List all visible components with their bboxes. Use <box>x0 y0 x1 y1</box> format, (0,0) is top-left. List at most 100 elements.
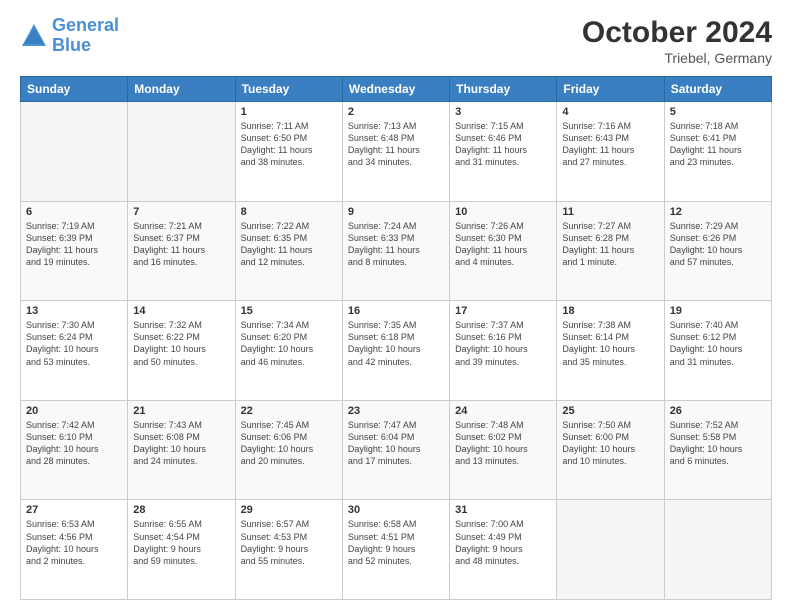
calendar-cell: 23 Sunrise: 7:47 AM Sunset: 6:04 PM Dayli… <box>342 400 449 500</box>
calendar-week-row: 20 Sunrise: 7:42 AM Sunset: 6:10 PM Dayli… <box>21 400 772 500</box>
cell-day-number: 20 <box>26 405 122 417</box>
cell-sun-info: Sunrise: 7:48 AM Sunset: 6:02 PM Dayligh… <box>455 419 551 468</box>
cell-sun-info: Sunrise: 7:18 AM Sunset: 6:41 PM Dayligh… <box>670 120 766 169</box>
calendar-cell: 13 Sunrise: 7:30 AM Sunset: 6:24 PM Dayli… <box>21 301 128 401</box>
cell-sun-info: Sunrise: 7:15 AM Sunset: 6:46 PM Dayligh… <box>455 120 551 169</box>
calendar-week-row: 1 Sunrise: 7:11 AM Sunset: 6:50 PM Daylig… <box>21 102 772 202</box>
calendar-weekday-header: Wednesday <box>342 77 449 102</box>
calendar-cell: 21Sunrise: 7:43 AM Sunset: 6:08 PM Dayli… <box>128 400 235 500</box>
cell-sun-info: Sunrise: 6:57 AM Sunset: 4:53 PM Dayligh… <box>241 518 337 567</box>
cell-day-number: 26 <box>670 405 766 417</box>
cell-sun-info: Sunrise: 7:30 AM Sunset: 6:24 PM Dayligh… <box>26 319 122 368</box>
calendar-cell: 9Sunrise: 7:24 AM Sunset: 6:33 PM Daylig… <box>342 201 449 301</box>
calendar-cell: 27 Sunrise: 6:53 AM Sunset: 4:56 PM Dayli… <box>21 500 128 600</box>
cell-day-number: 19 <box>670 305 766 317</box>
calendar-weekday-header: Thursday <box>450 77 557 102</box>
calendar-cell: 10 Sunrise: 7:26 AM Sunset: 6:30 PM Dayli… <box>450 201 557 301</box>
calendar-cell: 22Sunrise: 7:45 AM Sunset: 6:06 PM Dayli… <box>235 400 342 500</box>
calendar-cell: 26 Sunrise: 7:52 AM Sunset: 5:58 PM Dayli… <box>664 400 771 500</box>
cell-sun-info: Sunrise: 7:16 AM Sunset: 6:43 PM Dayligh… <box>562 120 658 169</box>
calendar-cell: 28 Sunrise: 6:55 AM Sunset: 4:54 PM Dayli… <box>128 500 235 600</box>
cell-day-number: 23 <box>348 405 444 417</box>
cell-day-number: 12 <box>670 206 766 218</box>
cell-day-number: 28 <box>133 504 229 516</box>
calendar-weekday-header: Sunday <box>21 77 128 102</box>
calendar-cell <box>557 500 664 600</box>
cell-sun-info: Sunrise: 6:55 AM Sunset: 4:54 PM Dayligh… <box>133 518 229 567</box>
calendar-cell: 31 Sunrise: 7:00 AM Sunset: 4:49 PM Dayli… <box>450 500 557 600</box>
cell-day-number: 4 <box>562 106 658 118</box>
cell-sun-info: Sunrise: 7:47 AM Sunset: 6:04 PM Dayligh… <box>348 419 444 468</box>
cell-day-number: 3 <box>455 106 551 118</box>
cell-day-number: 8 <box>241 206 337 218</box>
logo-line1: General <box>52 15 119 35</box>
cell-day-number: 17 <box>455 305 551 317</box>
cell-sun-info: Sunrise: 7:37 AM Sunset: 6:16 PM Dayligh… <box>455 319 551 368</box>
cell-sun-info: Sunrise: 7:19 AM Sunset: 6:39 PM Dayligh… <box>26 220 122 269</box>
cell-day-number: 5 <box>670 106 766 118</box>
calendar-table: SundayMondayTuesdayWednesdayThursdayFrid… <box>20 76 772 600</box>
calendar-cell: 18Sunrise: 7:38 AM Sunset: 6:14 PM Dayli… <box>557 301 664 401</box>
cell-sun-info: Sunrise: 7:00 AM Sunset: 4:49 PM Dayligh… <box>455 518 551 567</box>
cell-sun-info: Sunrise: 7:42 AM Sunset: 6:10 PM Dayligh… <box>26 419 122 468</box>
title-block: October 2024 Triebel, Germany <box>582 16 772 66</box>
calendar-cell: 11 Sunrise: 7:27 AM Sunset: 6:28 PM Dayli… <box>557 201 664 301</box>
cell-sun-info: Sunrise: 7:45 AM Sunset: 6:06 PM Dayligh… <box>241 419 337 468</box>
page-subtitle: Triebel, Germany <box>582 50 772 66</box>
cell-day-number: 11 <box>562 206 658 218</box>
calendar-cell: 30Sunrise: 6:58 AM Sunset: 4:51 PM Dayli… <box>342 500 449 600</box>
cell-day-number: 9 <box>348 206 444 218</box>
cell-day-number: 6 <box>26 206 122 218</box>
calendar-weekday-header: Saturday <box>664 77 771 102</box>
cell-day-number: 10 <box>455 206 551 218</box>
calendar-cell <box>128 102 235 202</box>
cell-sun-info: Sunrise: 7:26 AM Sunset: 6:30 PM Dayligh… <box>455 220 551 269</box>
calendar-weekday-header: Monday <box>128 77 235 102</box>
cell-day-number: 2 <box>348 106 444 118</box>
calendar-weekday-header: Friday <box>557 77 664 102</box>
cell-day-number: 25 <box>562 405 658 417</box>
calendar-cell: 14 Sunrise: 7:32 AM Sunset: 6:22 PM Dayli… <box>128 301 235 401</box>
cell-day-number: 16 <box>348 305 444 317</box>
cell-day-number: 31 <box>455 504 551 516</box>
calendar-cell: 4 Sunrise: 7:16 AM Sunset: 6:43 PM Daylig… <box>557 102 664 202</box>
cell-day-number: 24 <box>455 405 551 417</box>
calendar-header-row: SundayMondayTuesdayWednesdayThursdayFrid… <box>21 77 772 102</box>
calendar-cell: 17 Sunrise: 7:37 AM Sunset: 6:16 PM Dayli… <box>450 301 557 401</box>
calendar-cell <box>21 102 128 202</box>
cell-sun-info: Sunrise: 7:27 AM Sunset: 6:28 PM Dayligh… <box>562 220 658 269</box>
cell-day-number: 14 <box>133 305 229 317</box>
calendar-cell: 15Sunrise: 7:34 AM Sunset: 6:20 PM Dayli… <box>235 301 342 401</box>
cell-sun-info: Sunrise: 7:22 AM Sunset: 6:35 PM Dayligh… <box>241 220 337 269</box>
cell-sun-info: Sunrise: 7:35 AM Sunset: 6:18 PM Dayligh… <box>348 319 444 368</box>
cell-sun-info: Sunrise: 7:43 AM Sunset: 6:08 PM Dayligh… <box>133 419 229 468</box>
cell-sun-info: Sunrise: 7:13 AM Sunset: 6:48 PM Dayligh… <box>348 120 444 169</box>
cell-sun-info: Sunrise: 7:29 AM Sunset: 6:26 PM Dayligh… <box>670 220 766 269</box>
cell-day-number: 27 <box>26 504 122 516</box>
calendar-week-row: 6 Sunrise: 7:19 AM Sunset: 6:39 PM Daylig… <box>21 201 772 301</box>
cell-day-number: 15 <box>241 305 337 317</box>
calendar-cell: 24 Sunrise: 7:48 AM Sunset: 6:02 PM Dayli… <box>450 400 557 500</box>
cell-sun-info: Sunrise: 6:53 AM Sunset: 4:56 PM Dayligh… <box>26 518 122 567</box>
cell-sun-info: Sunrise: 7:32 AM Sunset: 6:22 PM Dayligh… <box>133 319 229 368</box>
calendar-cell: 8 Sunrise: 7:22 AM Sunset: 6:35 PM Daylig… <box>235 201 342 301</box>
cell-sun-info: Sunrise: 7:11 AM Sunset: 6:50 PM Dayligh… <box>241 120 337 169</box>
calendar-cell: 19Sunrise: 7:40 AM Sunset: 6:12 PM Dayli… <box>664 301 771 401</box>
cell-sun-info: Sunrise: 7:50 AM Sunset: 6:00 PM Dayligh… <box>562 419 658 468</box>
cell-sun-info: Sunrise: 7:21 AM Sunset: 6:37 PM Dayligh… <box>133 220 229 269</box>
page: General Blue October 2024 Triebel, Germa… <box>0 0 792 612</box>
cell-day-number: 30 <box>348 504 444 516</box>
calendar-weekday-header: Tuesday <box>235 77 342 102</box>
cell-sun-info: Sunrise: 7:52 AM Sunset: 5:58 PM Dayligh… <box>670 419 766 468</box>
logo-text: General Blue <box>52 16 119 56</box>
calendar-cell: 2 Sunrise: 7:13 AM Sunset: 6:48 PM Daylig… <box>342 102 449 202</box>
calendar-cell: 5 Sunrise: 7:18 AM Sunset: 6:41 PM Daylig… <box>664 102 771 202</box>
cell-day-number: 29 <box>241 504 337 516</box>
cell-day-number: 1 <box>241 106 337 118</box>
cell-day-number: 13 <box>26 305 122 317</box>
calendar-cell <box>664 500 771 600</box>
logo: General Blue <box>20 16 119 56</box>
logo-icon <box>20 22 48 50</box>
logo-line2: Blue <box>52 35 91 55</box>
calendar-cell: 7Sunrise: 7:21 AM Sunset: 6:37 PM Daylig… <box>128 201 235 301</box>
